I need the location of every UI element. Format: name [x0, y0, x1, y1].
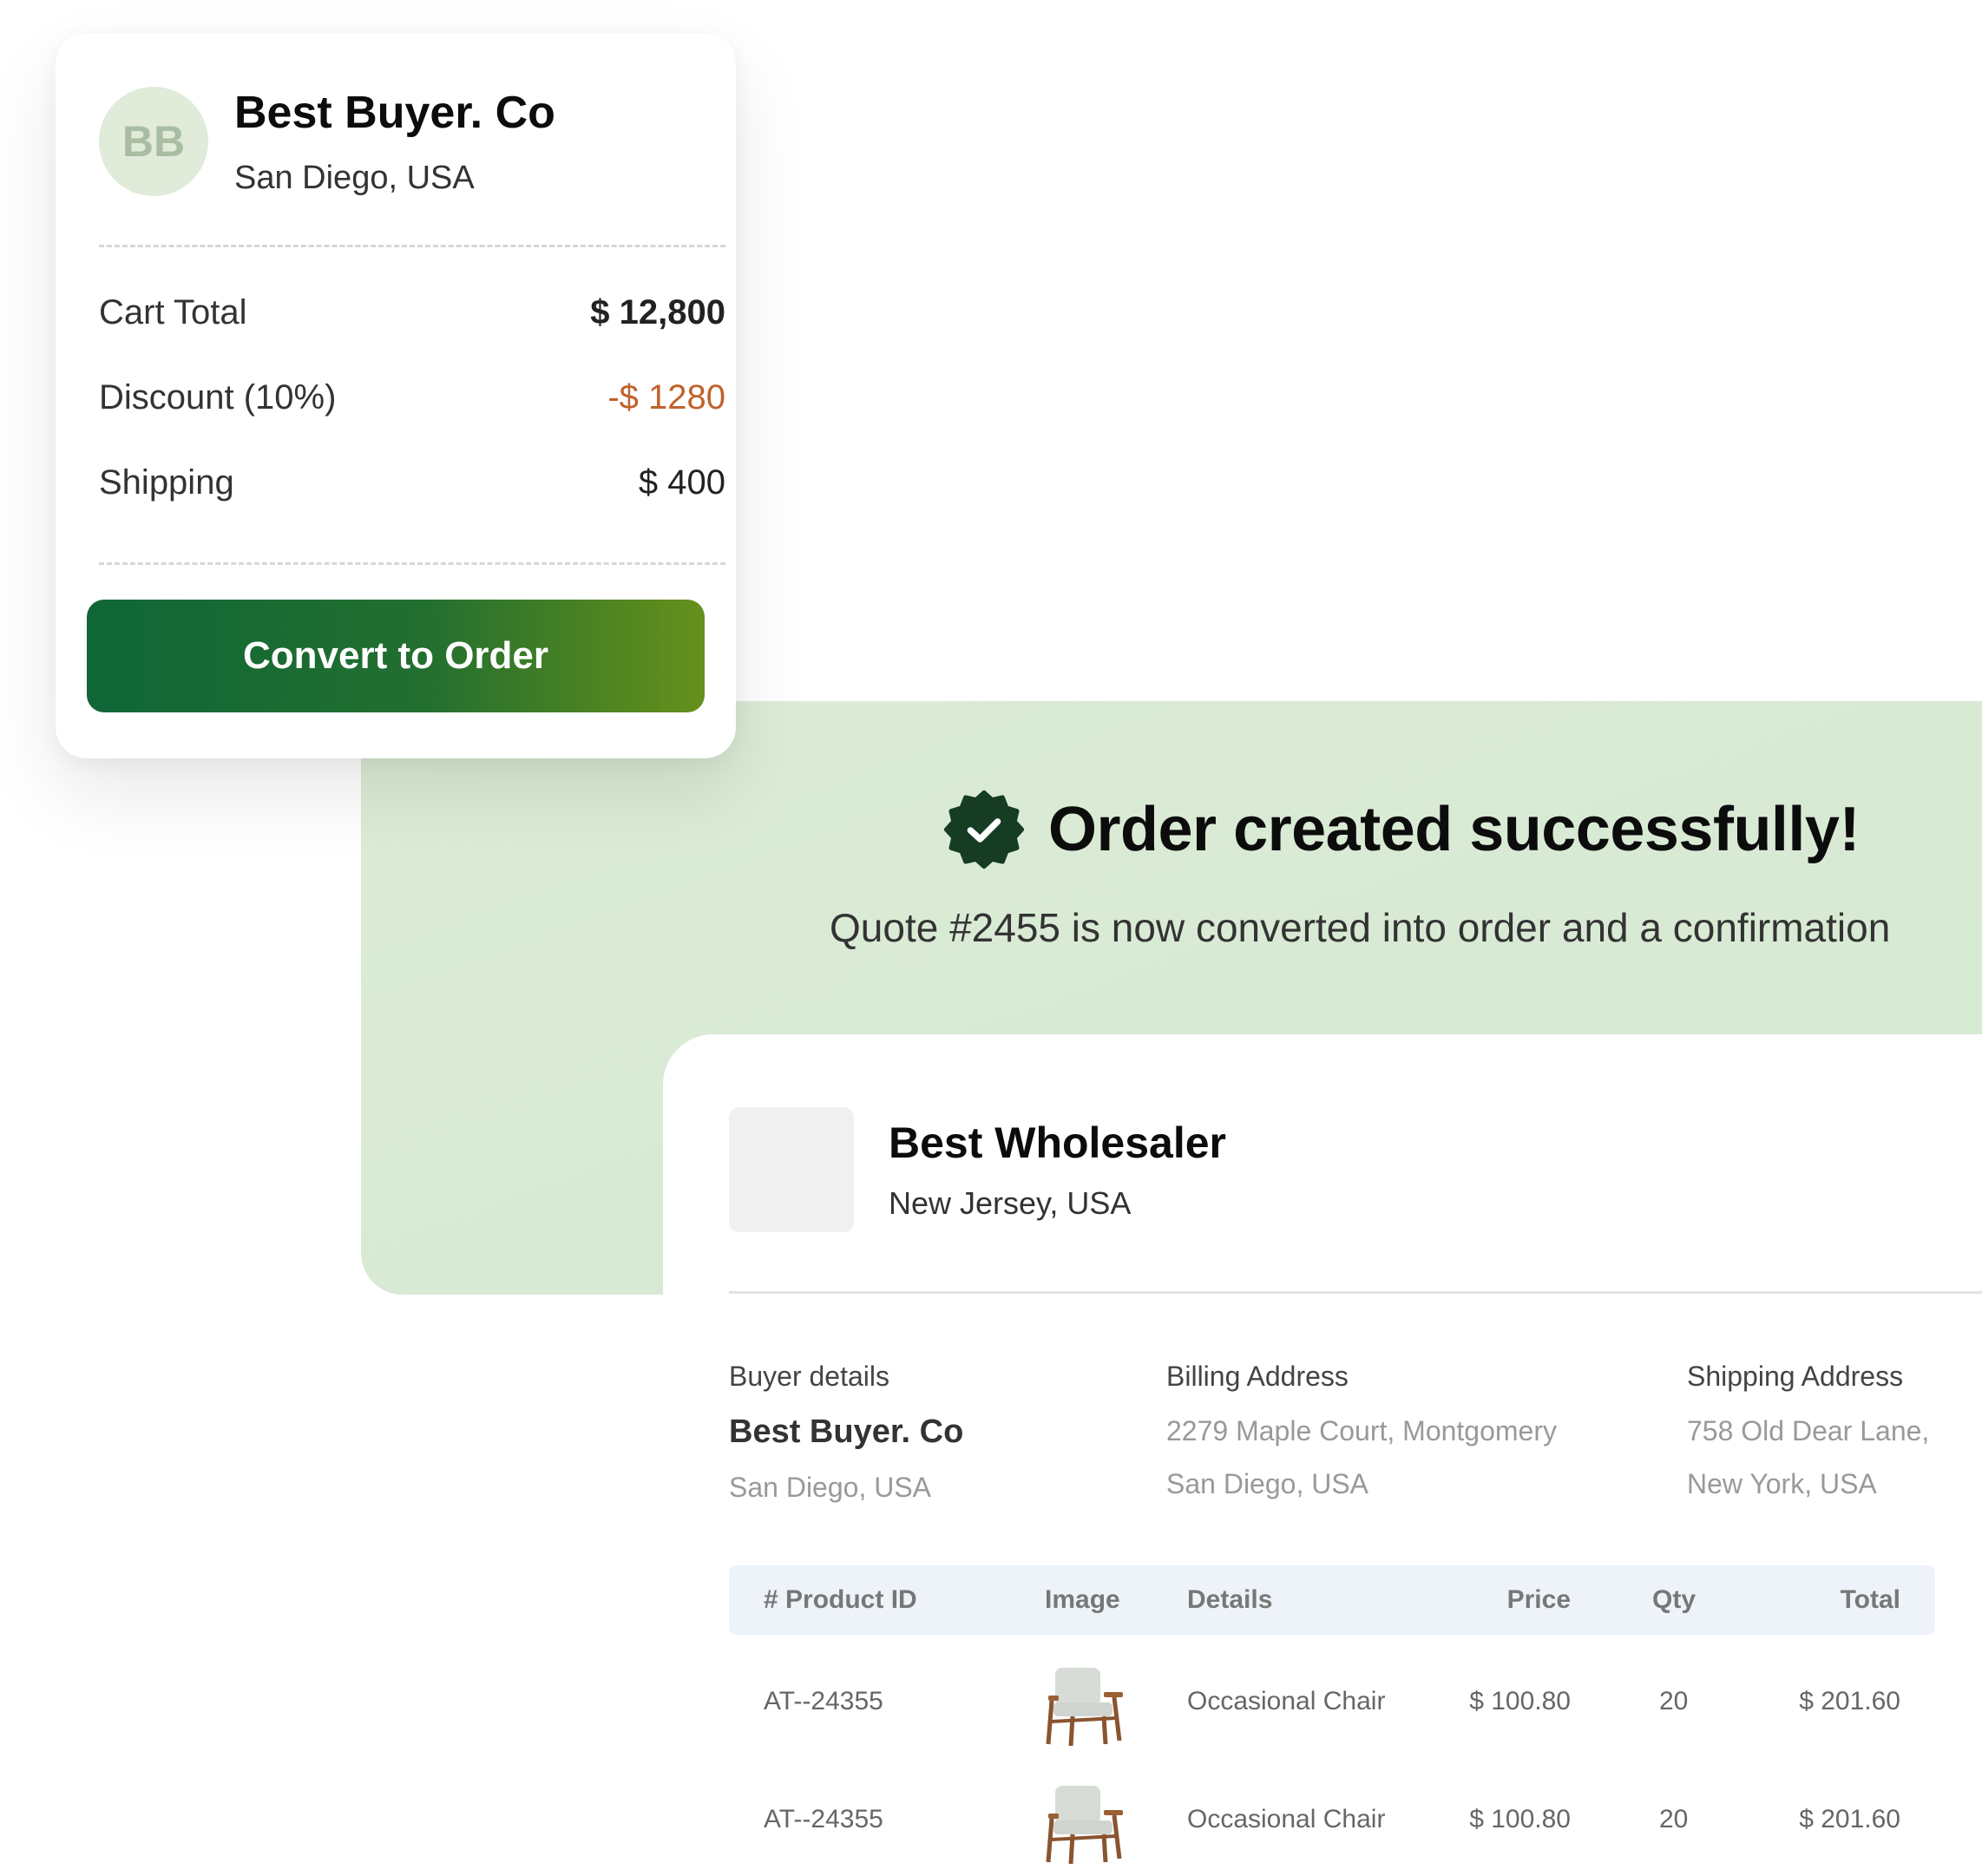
buyer-location: San Diego, USA — [234, 160, 475, 196]
cell-total: $ 201.60 — [1799, 1687, 1900, 1715]
billing-address: Billing Address 2279 Maple Court, Montgo… — [1166, 1361, 1557, 1500]
buyer-details-location: San Diego, USA — [729, 1472, 932, 1503]
cell-details: Occasional Chair — [1187, 1805, 1386, 1833]
cart-total-row: Cart Total $ 12,800 — [99, 293, 725, 332]
table-header: # Product ID Image Details Price Qty Tot… — [729, 1565, 1935, 1635]
discount-row: Discount (10%) -$ 1280 — [99, 378, 725, 417]
shipping-address-line1: 758 Old Dear Lane, — [1687, 1415, 1930, 1446]
cart-total-value: $ 12,800 — [590, 293, 725, 331]
armchair-image — [1043, 1661, 1130, 1755]
discount-value: -$ 1280 — [607, 378, 725, 417]
column-header-product-id: # Product ID — [764, 1585, 917, 1614]
cell-product-id: AT--24355 — [764, 1805, 883, 1833]
cell-price: $ 100.80 — [1469, 1805, 1571, 1833]
cart-total-label: Cart Total — [99, 293, 247, 331]
cell-details: Occasional Chair — [1187, 1687, 1386, 1715]
cell-price: $ 100.80 — [1469, 1687, 1571, 1715]
buyer-name: Best Buyer. Co — [234, 88, 555, 138]
billing-address-line1: 2279 Maple Court, Montgomery — [1166, 1415, 1557, 1446]
shipping-row: Shipping $ 400 — [99, 463, 725, 502]
shipping-label: Shipping — [99, 463, 234, 502]
billing-address-heading: Billing Address — [1166, 1361, 1349, 1392]
cell-product-id: AT--24355 — [764, 1687, 883, 1715]
seller-name: Best Wholesaler — [889, 1118, 1227, 1167]
table-row[interactable]: AT--24355 Occasional Chair $ 100.80 20 $… — [729, 1645, 1935, 1758]
avatar-initials: BB — [121, 117, 186, 166]
cell-total: $ 201.60 — [1799, 1805, 1900, 1833]
divider — [729, 1291, 1982, 1294]
column-header-total: Total — [1840, 1585, 1900, 1614]
column-header-qty: Qty — [1652, 1585, 1697, 1614]
seller-location: New Jersey, USA — [889, 1185, 1132, 1221]
avatar: BB — [99, 87, 208, 196]
column-header-price: Price — [1506, 1585, 1571, 1614]
buyer-details-heading: Buyer details — [729, 1361, 889, 1392]
column-header-image: Image — [1045, 1585, 1120, 1614]
quote-summary-card: BB Best Buyer. Co San Diego, USA Cart To… — [56, 33, 736, 758]
discount-label: Discount (10%) — [99, 378, 337, 417]
buyer-details: Buyer details Best Buyer. Co San Diego, … — [729, 1361, 963, 1504]
order-details-card: Best Wholesaler New Jersey, USA Buyer de… — [663, 1034, 1982, 1865]
verified-badge-check-icon — [944, 790, 1024, 869]
shipping-address-line2: New York, USA — [1687, 1468, 1877, 1499]
success-subtitle: Quote #2455 is now converted into order … — [830, 905, 1891, 950]
success-header: Order created successfully! — [944, 790, 1860, 869]
dashed-divider — [99, 245, 725, 247]
success-title: Order created successfully! — [1048, 795, 1860, 864]
buyer-details-name: Best Buyer. Co — [729, 1414, 964, 1450]
armchair-image — [1043, 1779, 1130, 1873]
shipping-address-heading: Shipping Address — [1687, 1361, 1904, 1392]
convert-to-order-button[interactable]: Convert to Order — [87, 600, 705, 712]
cell-qty: 20 — [1659, 1687, 1689, 1715]
table-row[interactable]: AT--24355 Occasional Chair $ 100.80 20 $… — [729, 1763, 1935, 1876]
shipping-address: Shipping Address 758 Old Dear Lane, New … — [1687, 1361, 1929, 1500]
cell-qty: 20 — [1659, 1805, 1689, 1833]
dashed-divider — [99, 562, 725, 565]
seller-logo — [729, 1107, 854, 1232]
billing-address-line2: San Diego, USA — [1166, 1468, 1369, 1499]
column-header-details: Details — [1187, 1585, 1273, 1614]
shipping-value: $ 400 — [638, 463, 725, 502]
